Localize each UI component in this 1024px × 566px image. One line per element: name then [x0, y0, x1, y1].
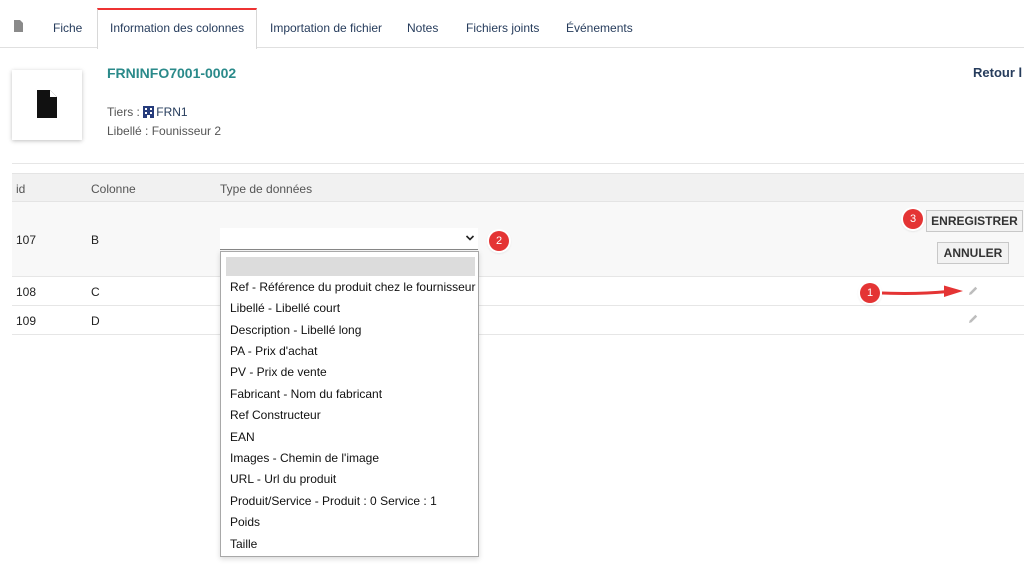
option-taille[interactable]: Taille — [230, 537, 257, 551]
row-colonne: D — [91, 314, 100, 328]
chevron-down-icon — [465, 235, 475, 241]
option-pa[interactable]: PA - Prix d'achat — [230, 344, 317, 358]
back-link[interactable]: Retour l — [973, 65, 1022, 80]
annotation-badge-2: 2 — [489, 231, 509, 251]
column-header-type: Type de données — [220, 182, 313, 196]
record-thumbnail — [12, 70, 82, 140]
row-colonne: C — [91, 285, 100, 299]
option-pv[interactable]: PV - Prix de vente — [230, 365, 327, 379]
option-ref[interactable]: Ref - Référence du produit chez le fourn… — [230, 280, 475, 294]
option-libelle[interactable]: Libellé - Libellé court — [230, 301, 340, 315]
table-row: 109 D — [12, 306, 1024, 335]
column-header-colonne: Colonne — [91, 182, 136, 196]
tab-information-des-colonnes[interactable]: Information des colonnes — [97, 8, 258, 49]
tab-fiche[interactable]: Fiche — [53, 8, 82, 48]
table-row: 107 B — [12, 202, 1024, 277]
option-empty[interactable] — [226, 257, 475, 276]
option-fabricant[interactable]: Fabricant - Nom du fabricant — [230, 387, 382, 401]
tiers-link[interactable]: FRN1 — [156, 105, 187, 119]
table-header: id Colonne Type de données — [12, 173, 1024, 202]
tab-importation-de-fichier[interactable]: Importation de fichier — [270, 8, 382, 48]
tiers-label: Tiers : — [107, 105, 140, 119]
tiers-line: Tiers : FRN1 — [107, 105, 188, 119]
option-produit-service[interactable]: Produit/Service - Produit : 0 Service : … — [230, 494, 437, 508]
record-libelle: Libellé : Founisseur 2 — [107, 124, 222, 138]
divider — [12, 163, 1024, 164]
option-ean[interactable]: EAN — [230, 430, 255, 444]
data-type-options: Ref - Référence du produit chez le fourn… — [220, 251, 479, 557]
pencil-icon[interactable] — [967, 313, 979, 325]
option-url[interactable]: URL - Url du produit — [230, 472, 336, 486]
option-ref-constructeur[interactable]: Ref Constructeur — [230, 408, 321, 422]
annotation-arrow — [882, 285, 963, 297]
row-id: 108 — [16, 285, 37, 299]
annotation-badge-1: 1 — [860, 283, 880, 303]
column-header-id: id — [16, 182, 26, 196]
tab-bar: Fiche Information des colonnes Importati… — [0, 0, 1024, 49]
option-description[interactable]: Description - Libellé long — [230, 323, 361, 337]
row-colonne: B — [91, 233, 100, 247]
document-icon — [37, 90, 57, 118]
building-icon — [143, 106, 155, 118]
option-images[interactable]: Images - Chemin de l'image — [230, 451, 379, 465]
row-id: 107 — [16, 233, 37, 247]
row-id: 109 — [16, 314, 37, 328]
data-type-select[interactable] — [220, 228, 478, 250]
pencil-icon[interactable] — [967, 285, 979, 297]
record-ref: FRNINFO7001-0002 — [107, 65, 237, 81]
save-button[interactable]: ENREGISTRER — [926, 210, 1023, 232]
tab-evenements[interactable]: Événements — [566, 8, 633, 48]
document-icon — [14, 20, 23, 32]
annotation-badge-3: 3 — [903, 209, 923, 229]
tab-notes[interactable]: Notes — [407, 8, 438, 48]
cancel-button[interactable]: ANNULER — [937, 242, 1009, 264]
option-poids[interactable]: Poids — [230, 515, 260, 529]
tab-fichiers-joints[interactable]: Fichiers joints — [466, 8, 539, 48]
